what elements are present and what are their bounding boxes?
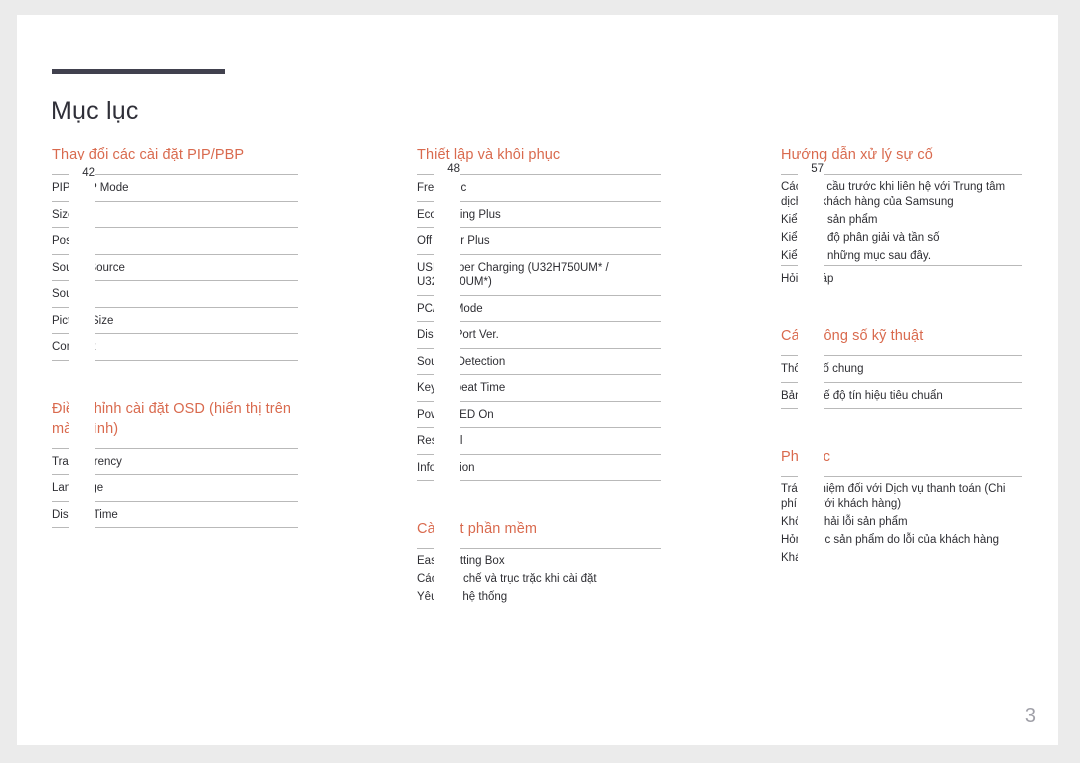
title-rule bbox=[52, 69, 225, 74]
toc-table: Easy Setting Box48Các hạn chế và trục tr… bbox=[417, 160, 661, 745]
toc-entry-page: 48 bbox=[434, 160, 460, 745]
page-title: Mục lục bbox=[51, 96, 139, 125]
toc-column-2: Thiết lập và khôi phụcFreeSync43Eco Savi… bbox=[417, 145, 661, 745]
toc-section: Cài đặt phần mềmEasy Setting Box48Các hạ… bbox=[417, 160, 661, 745]
toc-table: Transparency42Language42Display Time42 bbox=[52, 160, 298, 745]
toc-entry[interactable]: Yêu cầu hệ thống 48 bbox=[417, 160, 661, 745]
toc-entry-page: 42 bbox=[69, 160, 95, 745]
toc-entry[interactable]: Display Time42 bbox=[52, 160, 298, 745]
toc-column-1: Thay đổi các cài đặt PIP/PBPPIP/PBP Mode… bbox=[52, 145, 298, 745]
toc-table: Trách nhiệm đối với Dịch vụ thanh toán (… bbox=[781, 160, 1022, 745]
toc-entry[interactable]: Khác 57 bbox=[781, 160, 1022, 745]
page-number: 3 bbox=[1024, 705, 1036, 727]
toc-entry-page: 57 bbox=[798, 160, 824, 745]
toc-section: Phụ lụcTrách nhiệm đối với Dịch vụ thanh… bbox=[781, 160, 1022, 745]
toc-section: Điều chỉnh cài đặt OSD (hiển thị trên mà… bbox=[52, 160, 298, 745]
toc-column-3: Hướng dẫn xử lý sự cố Các yêu cầu trước k… bbox=[781, 145, 1022, 745]
document-page: Mục lục Thay đổi các cài đặt PIP/PBPPIP/… bbox=[17, 15, 1058, 745]
